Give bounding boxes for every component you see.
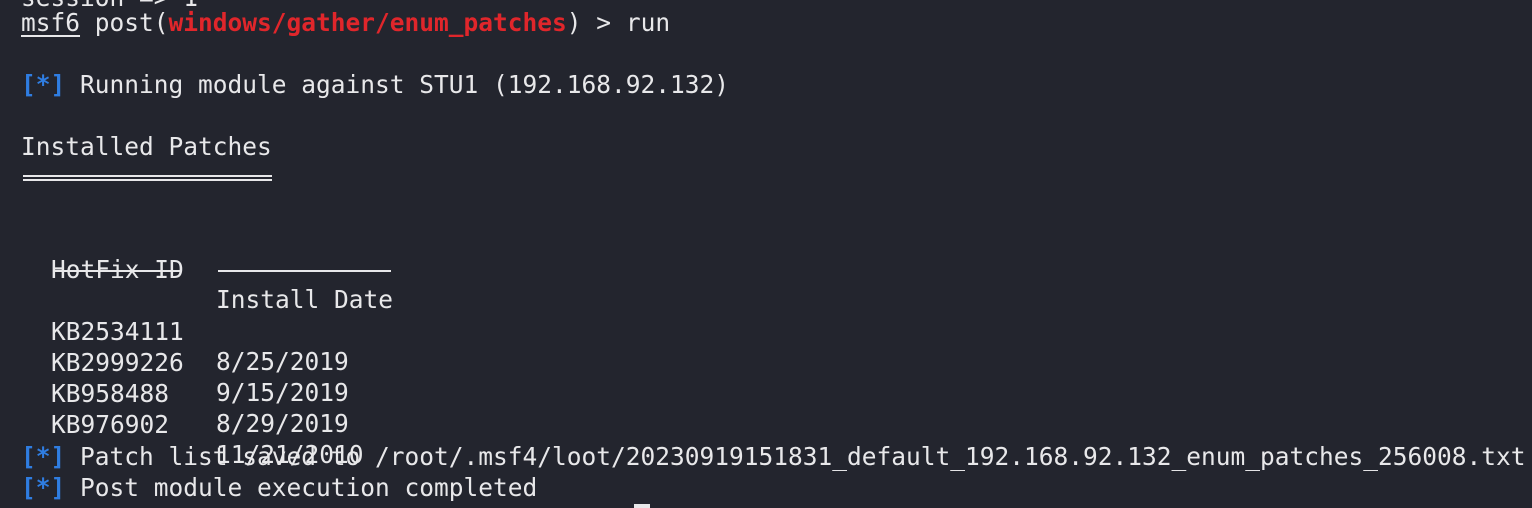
msf-prompt-label: msf6 (21, 8, 81, 37)
entered-command: run (625, 8, 671, 37)
hotfix-id-underline (53, 270, 182, 272)
completed-status-line: [*] Post module execution completed (21, 473, 537, 503)
status-marker: [*] (21, 70, 66, 99)
table-row: KB976902 11/21/2010 (21, 380, 364, 469)
table-title: Installed Patches (21, 132, 272, 161)
install-date-cell: 8/29/2019 (216, 409, 349, 438)
install-date-cell: 8/25/2019 (216, 347, 349, 376)
hotfix-id-cell: KB976902 (51, 410, 170, 439)
install-date-underline (218, 270, 391, 272)
prompt-post-close: ) > (566, 8, 626, 37)
install-date-cell: 9/15/2019 (216, 378, 349, 407)
column-header-install-date: Install Date (216, 285, 394, 314)
terminal-window[interactable]: session => 1 msf6 post(windows/gather/en… (0, 0, 1532, 508)
saved-status-line: [*] Patch list saved to /root/.msf4/loot… (21, 442, 1526, 472)
module-name: windows/gather/enum_patches (168, 8, 567, 37)
running-message: Running module against STU1 (192.168.92.… (80, 70, 730, 99)
saved-message: Patch list saved to /root/.msf4/loot/202… (80, 442, 1526, 471)
table-row: KB958488 8/29/2019 (21, 349, 349, 438)
prompt-post-open: post( (80, 8, 169, 37)
table-row: KB2999226 9/15/2019 (21, 318, 349, 407)
status-marker: [*] (21, 442, 66, 471)
text-cursor (634, 504, 650, 508)
table-title-underline (23, 175, 272, 181)
table-row: KB2534111 8/25/2019 (21, 287, 349, 376)
running-status-line: [*] Running module against STU1 (192.168… (21, 70, 729, 100)
completed-message: Post module execution completed (80, 473, 538, 502)
command-prompt-line: msf6 post(windows/gather/enum_patches) >… (21, 8, 670, 38)
table-header-row: HotFix ID Install Date (21, 225, 393, 314)
status-marker: [*] (21, 473, 66, 502)
